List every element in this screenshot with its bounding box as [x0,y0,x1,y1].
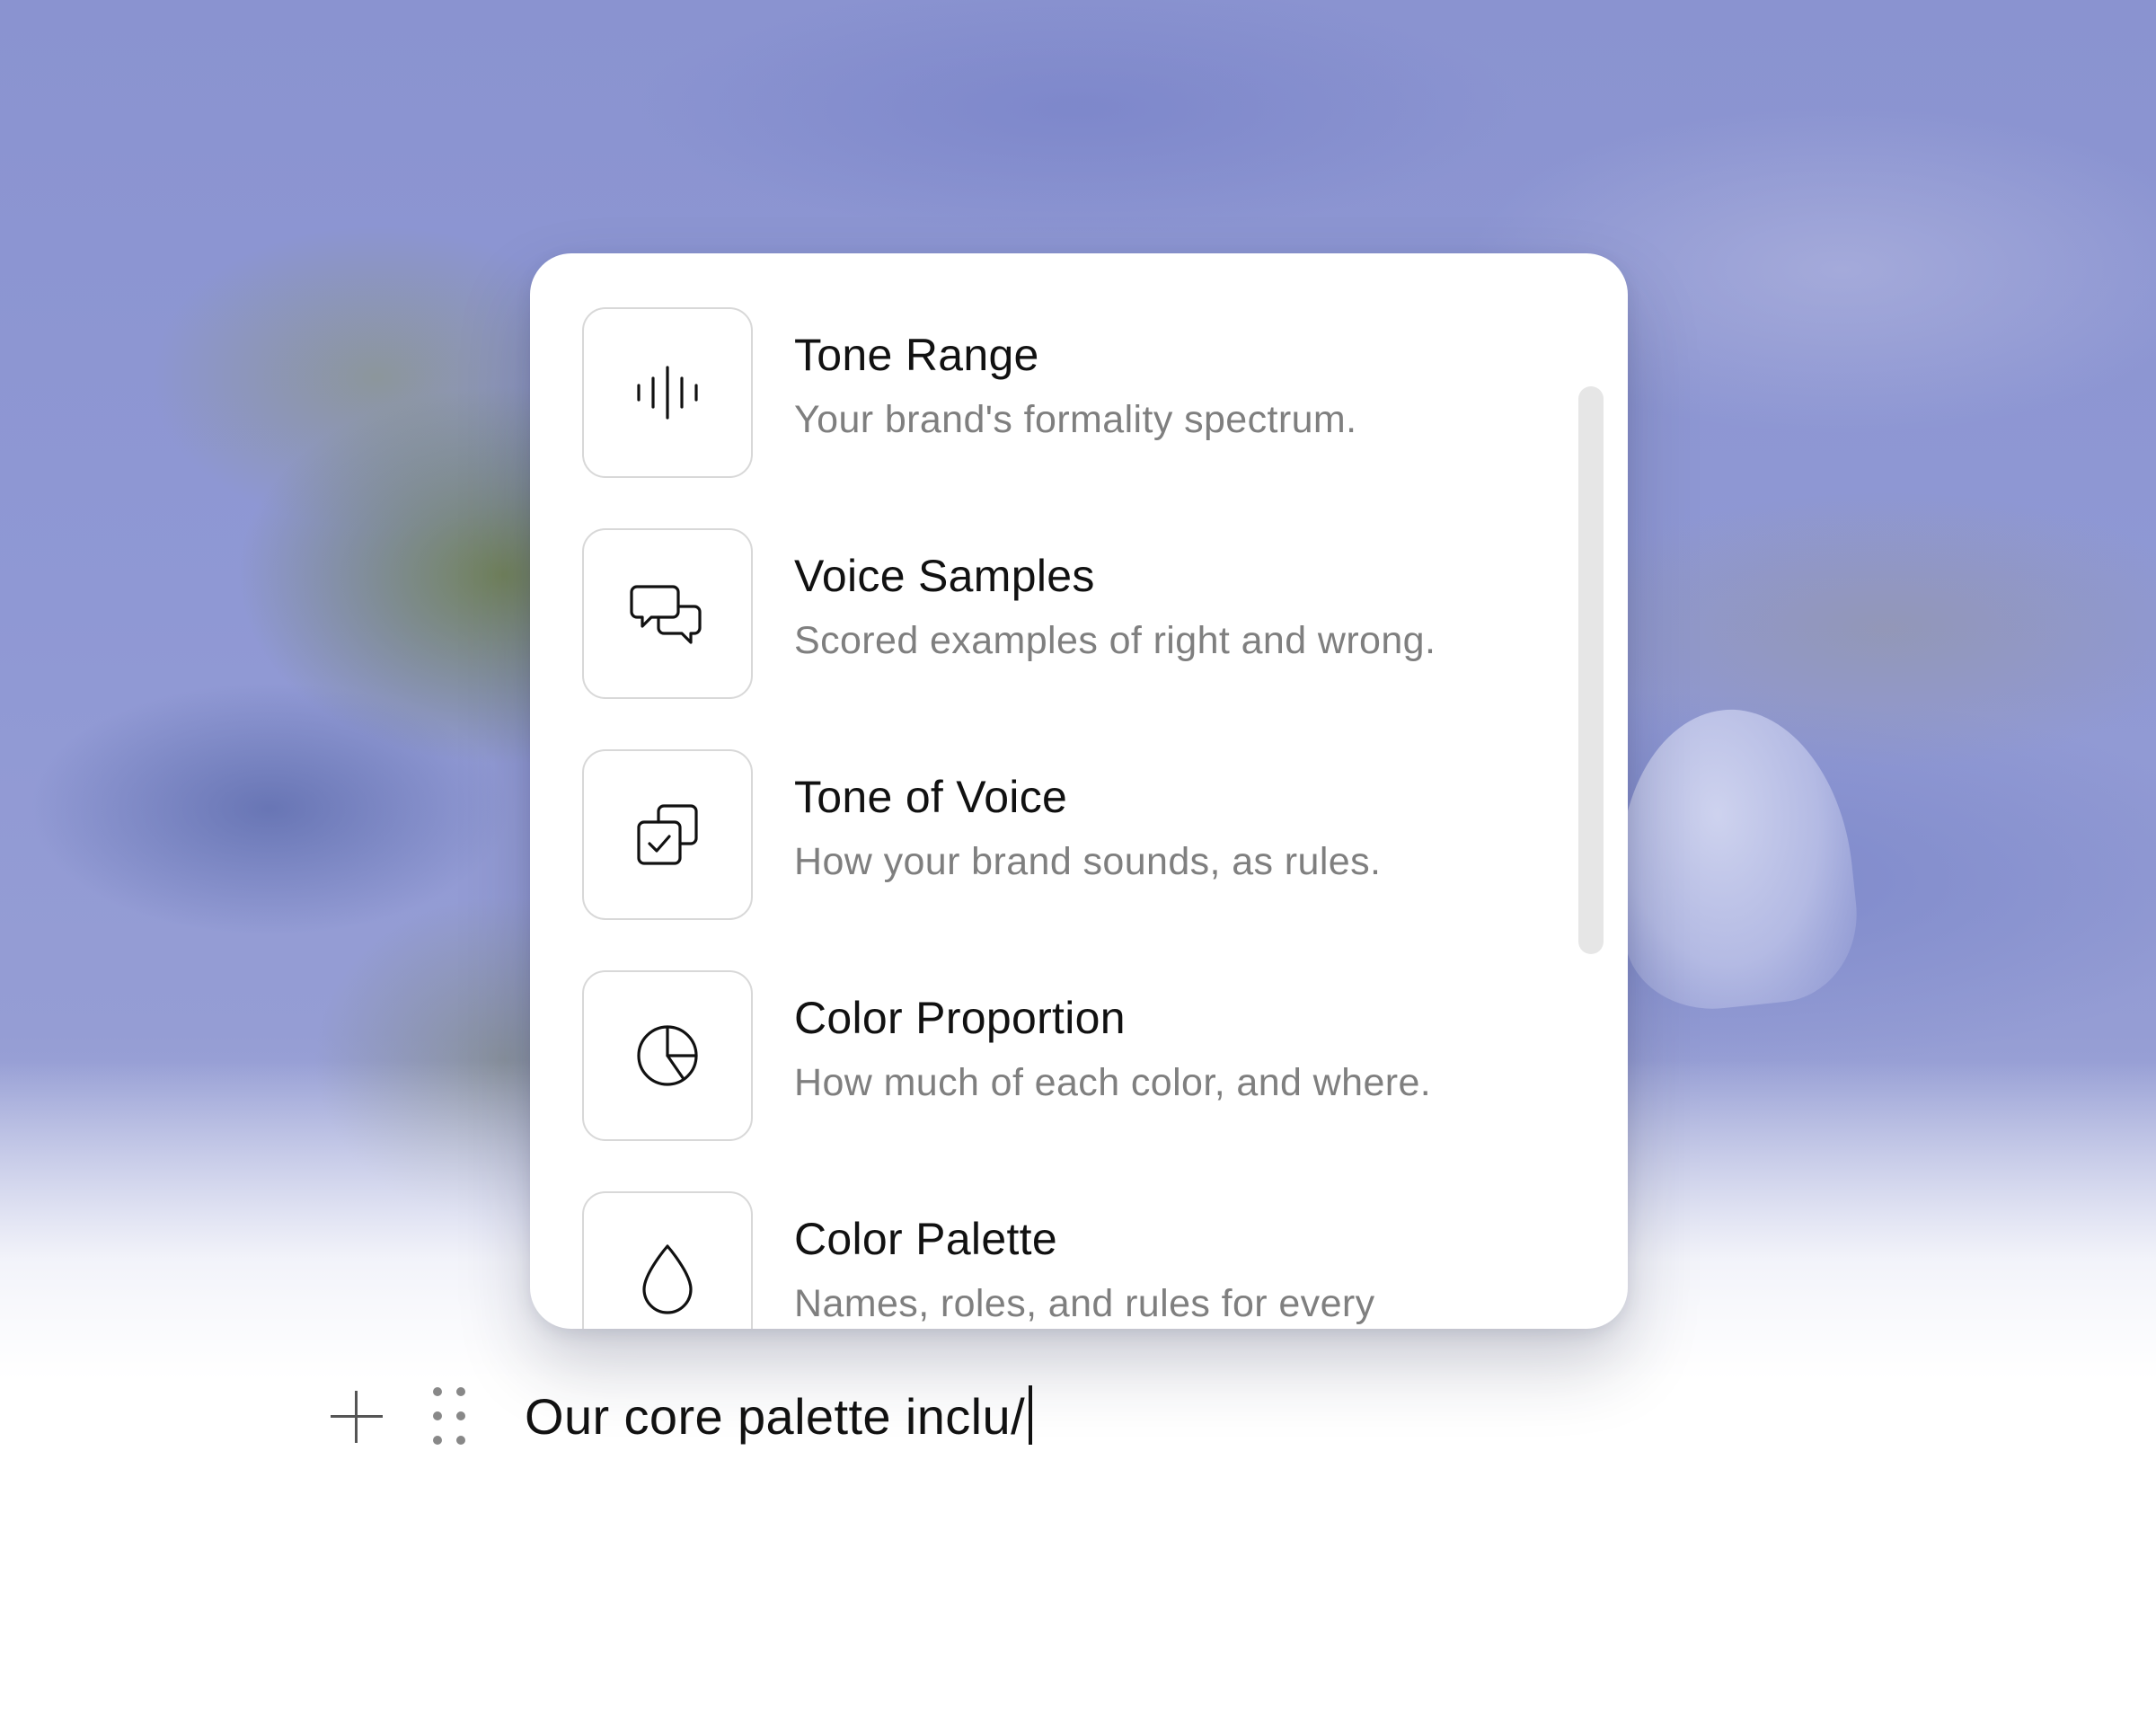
menu-item-color-palette[interactable]: Color Palette Names, roles, and rules fo… [582,1191,1552,1329]
text-caret [1029,1385,1033,1445]
editor-text-line[interactable]: Our core palette inclu/ [525,1385,1033,1447]
menu-item-title: Color Proportion [794,993,1126,1043]
audio-waveform-icon [582,307,753,478]
menu-item-title: Tone Range [794,330,1039,380]
menu-item-tone-of-voice[interactable]: Tone of Voice How your brand sounds, as … [582,749,1552,920]
menu-item-description: Your brand's formality spectrum. [794,398,1357,441]
checked-squares-icon [582,749,753,920]
menu-item-voice-samples[interactable]: Voice Samples Scored examples of right a… [582,528,1552,699]
editor-text-content: Our core palette inclu/ [525,1388,1026,1445]
editor-block: Our core palette inclu/ [323,1380,1671,1452]
slash-command-menu: Tone Range Your brand's formality spectr… [530,253,1628,1329]
menu-item-title: Tone of Voice [794,772,1068,822]
menu-item-title: Voice Samples [794,551,1095,601]
chat-bubbles-icon [582,528,753,699]
menu-item-description: Scored examples of right and wrong. [794,619,1436,662]
add-block-icon[interactable] [323,1384,388,1448]
menu-item-description: How your brand sounds, as rules. [794,840,1382,883]
menu-item-tone-range[interactable]: Tone Range Your brand's formality spectr… [582,307,1552,478]
drag-handle-icon[interactable] [433,1387,469,1445]
menu-scrollbar[interactable] [1578,386,1604,1206]
menu-scrollbar-thumb[interactable] [1578,386,1604,954]
pie-chart-icon [582,970,753,1141]
background-petal [1602,698,1866,1018]
menu-item-color-proportion[interactable]: Color Proportion How much of each color,… [582,970,1552,1141]
menu-item-description: How much of each color, and where. [794,1061,1432,1104]
menu-item-title: Color Palette [794,1214,1057,1264]
menu-item-description: Names, roles, and rules for every [794,1282,1375,1325]
droplet-icon [582,1191,753,1329]
